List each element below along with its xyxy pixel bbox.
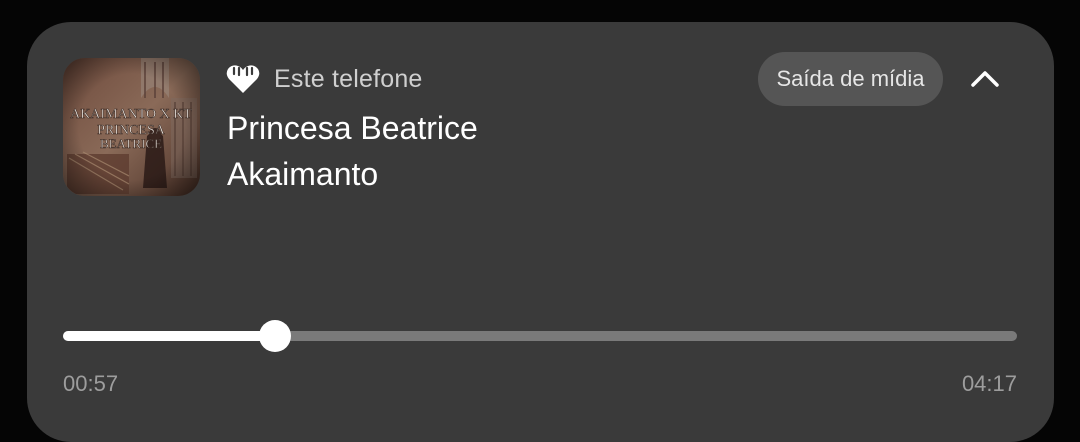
media-output-button[interactable]: Saída de mídia [758,52,943,106]
track-title: Princesa Beatrice [227,110,478,146]
heart-icon [226,65,260,93]
media-source-label: Este telefone [274,64,423,93]
svg-text:BEATRICE: BEATRICE [100,136,162,151]
media-source-row: Este telefone [226,62,423,96]
svg-text:AKAIMANTO X KT: AKAIMANTO X KT [70,107,192,122]
seek-progress [63,331,275,341]
track-artist: Akaimanto [227,156,379,192]
media-player-card: AKAIMANTO X KT PRINCESA BEATRICE Este te… [27,22,1054,442]
album-art[interactable]: AKAIMANTO X KT PRINCESA BEATRICE [63,58,200,196]
total-time: 04:17 [961,371,1017,396]
seek-thumb[interactable] [258,320,291,352]
seek-bar[interactable] [63,320,1017,352]
album-art-image: AKAIMANTO X KT PRINCESA BEATRICE [63,58,200,196]
chevron-up-icon [971,71,999,87]
collapse-button[interactable] [961,56,1009,102]
elapsed-time: 00:57 [63,371,119,396]
